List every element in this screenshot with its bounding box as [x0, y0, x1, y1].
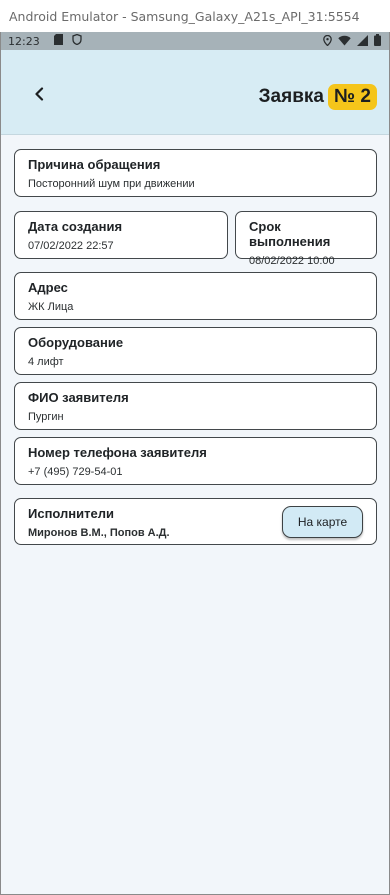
reason-card: Причина обращения Посторонний шум при дв…: [14, 149, 377, 197]
equipment-label: Оборудование: [28, 335, 124, 350]
shield-icon: [72, 33, 82, 48]
deadline-label: Срок выполнения: [249, 219, 331, 249]
back-button[interactable]: [29, 84, 49, 104]
status-time: 12:23: [8, 34, 40, 48]
created-date-card: Дата создания 07/02/2022 22:57: [14, 211, 228, 259]
emulator-window-title: Android Emulator - Samsung_Galaxy_A21s_A…: [0, 0, 390, 32]
deadline-value: 08/02/2022 10:00: [249, 255, 335, 267]
sd-card-icon: [53, 34, 63, 48]
reason-value: Посторонний шум при движении: [28, 178, 195, 190]
equipment-card: Оборудование 4 лифт: [14, 327, 377, 375]
applicant-card: ФИО заявителя Пургин: [14, 382, 377, 430]
page-title-text: Заявка: [258, 86, 324, 107]
wifi-icon: [338, 35, 351, 49]
address-value: ЖК Лица: [28, 301, 74, 313]
signal-icon: [357, 34, 368, 49]
reason-label: Причина обращения: [28, 157, 161, 172]
address-label: Адрес: [28, 280, 68, 295]
phone-card: Номер телефона заявителя +7 (495) 729-54…: [14, 437, 377, 485]
location-icon: [323, 34, 332, 49]
address-card: Адрес ЖК Лица: [14, 272, 377, 320]
deadline-card: Срок выполнения 08/02/2022 10:00: [235, 211, 377, 267]
equipment-value: 4 лифт: [28, 356, 64, 368]
applicant-label: ФИО заявителя: [28, 390, 129, 405]
device-screen: 12:23 Заявка № 2 Причина обращения Посто…: [0, 32, 390, 895]
app-header: Заявка № 2: [1, 50, 389, 135]
status-bar: 12:23: [1, 32, 389, 50]
created-date-value: 07/02/2022 22:57: [28, 240, 114, 252]
chevron-left-icon: [35, 87, 44, 101]
phone-value: +7 (495) 729-54-01: [28, 466, 123, 478]
executors-card: Исполнители Миронов В.М., Попов А.Д. На …: [14, 498, 377, 545]
page-title: Заявка № 2: [259, 84, 377, 110]
battery-icon: [374, 34, 381, 49]
request-number-badge: № 2: [327, 84, 377, 110]
show-on-map-button[interactable]: На карте: [282, 506, 363, 538]
applicant-value: Пургин: [28, 411, 64, 423]
created-date-label: Дата создания: [28, 219, 123, 234]
phone-label: Номер телефона заявителя: [28, 445, 207, 460]
